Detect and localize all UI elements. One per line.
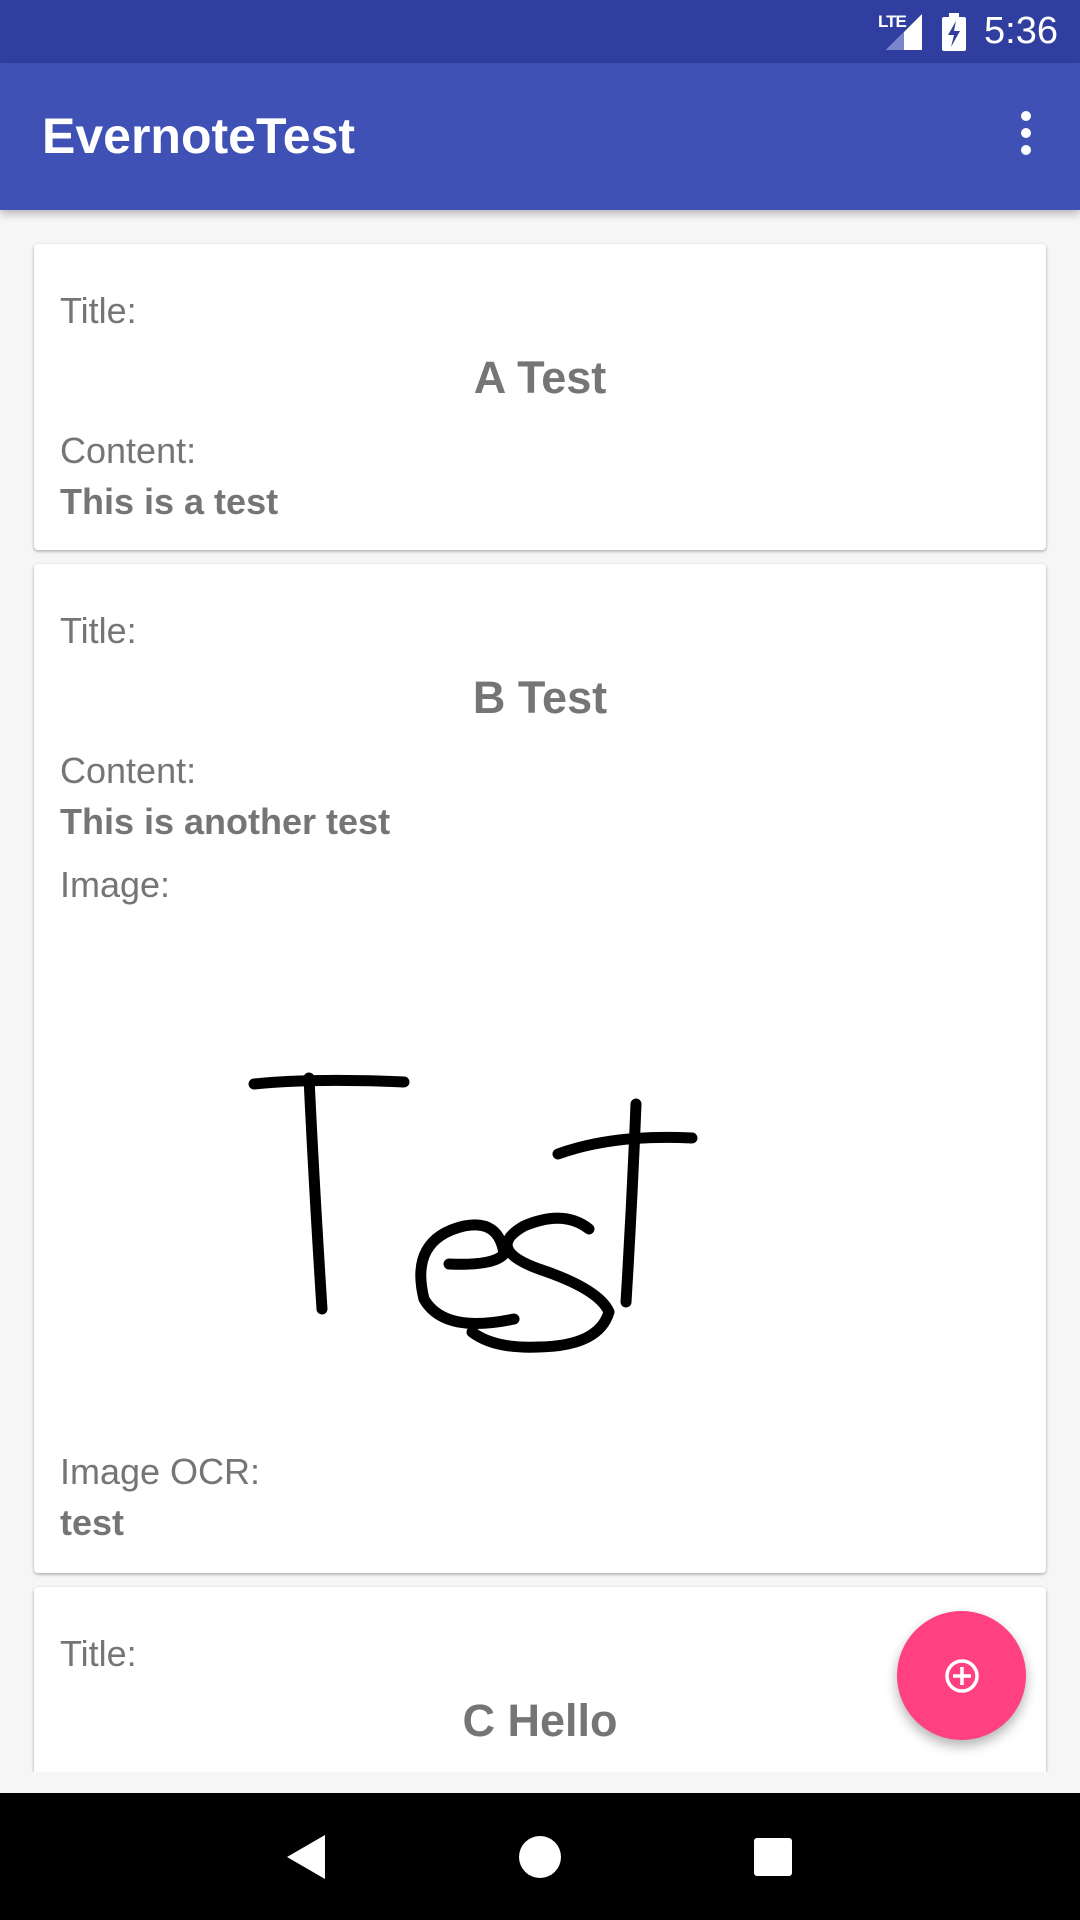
image-ocr-label: Image OCR: [60,1451,261,1492]
add-note-button[interactable] [897,1611,1026,1740]
home-icon[interactable] [500,1817,580,1897]
more-vert-icon[interactable] [996,103,1056,163]
recents-icon[interactable] [733,1817,813,1897]
title-label: Title: [60,1633,137,1674]
title-label: Title: [60,290,137,331]
lte-signal-icon: LTE [878,12,924,52]
add-circle-icon [944,1658,979,1693]
note-title: C Hello [462,1695,618,1746]
title-label: Title: [60,610,137,651]
note-content: This is another test [60,801,391,842]
navigation-bar [0,1793,1080,1920]
image-label: Image: [60,864,171,905]
back-icon[interactable] [267,1817,347,1897]
network-type: LTE [878,11,907,31]
app-title: EvernoteTest [42,108,356,164]
note-content: This is a test [60,481,279,522]
note-card[interactable]: Title: A Test Content: This is a test [34,244,1046,550]
note-handwriting-image [248,1072,698,1353]
app-bar: EvernoteTest [0,63,1080,210]
content-label: Content: [60,430,197,471]
note-title: A Test [473,352,607,403]
note-card[interactable]: Title: C Hello [34,1587,1046,1772]
status-bar: LTE 5:36 [0,0,1080,63]
note-title: B Test [472,672,608,723]
note-card[interactable]: Title: B Test Content: This is another t… [34,564,1046,1573]
content-label: Content: [60,750,197,791]
status-clock: 5:36 [984,10,1058,52]
notes-list[interactable]: Title: A Test Content: This is a test Ti… [0,210,1080,1772]
image-ocr-value: test [60,1502,125,1543]
battery-charging-icon [942,12,967,51]
